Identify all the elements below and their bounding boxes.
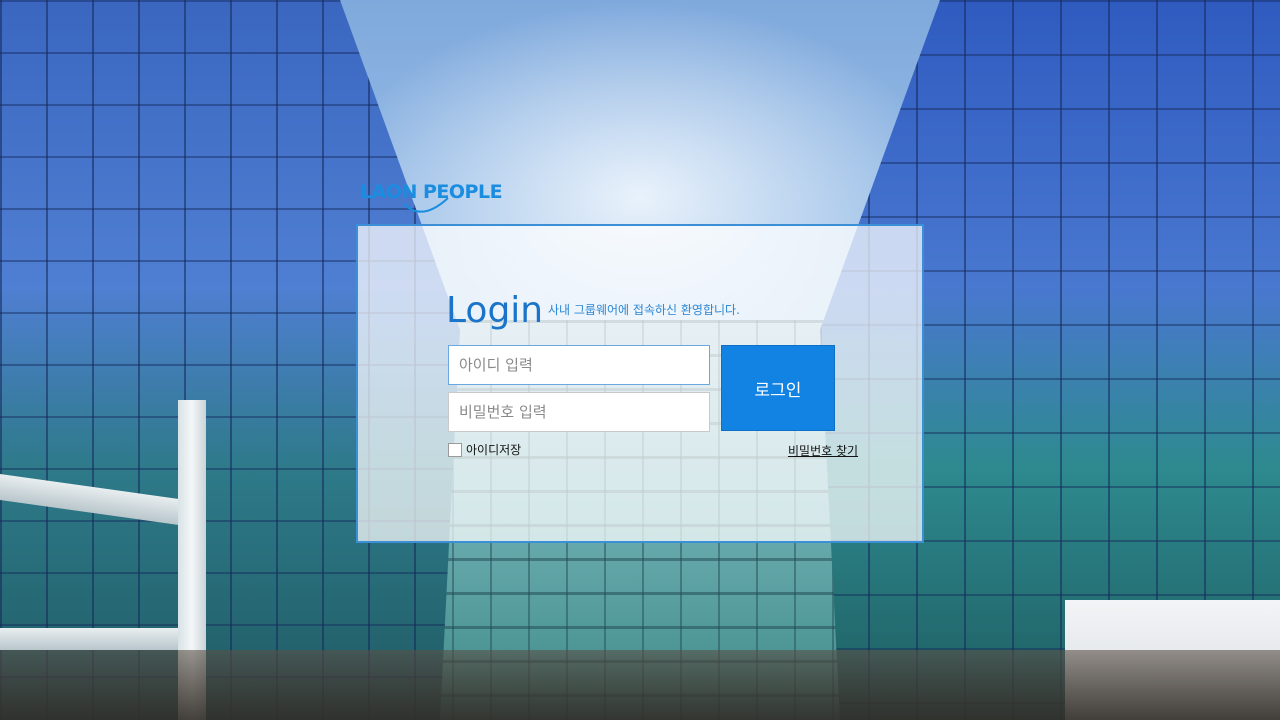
logo-swoosh-icon <box>403 197 449 213</box>
walkway-beam <box>0 628 200 650</box>
login-title: Login <box>446 290 544 331</box>
checkbox-unchecked-icon[interactable] <box>448 443 462 457</box>
password-input[interactable] <box>448 392 710 432</box>
ground <box>0 650 1280 720</box>
remember-id-label[interactable]: 아이디저장 <box>466 442 521 458</box>
login-panel: Login 사내 그룹웨어에 접속하신 환영합니다. 로그인 아이디저장 비밀번… <box>356 224 924 543</box>
login-button[interactable]: 로그인 <box>721 345 835 431</box>
username-input[interactable] <box>448 345 710 385</box>
find-password-link[interactable]: 비밀번호 찾기 <box>788 443 858 459</box>
login-subtitle: 사내 그룹웨어에 접속하신 환영합니다. <box>548 303 740 317</box>
company-logo: LAON PEOPLE <box>360 180 510 218</box>
remember-id-checkbox[interactable]: 아이디저장 <box>448 442 521 458</box>
